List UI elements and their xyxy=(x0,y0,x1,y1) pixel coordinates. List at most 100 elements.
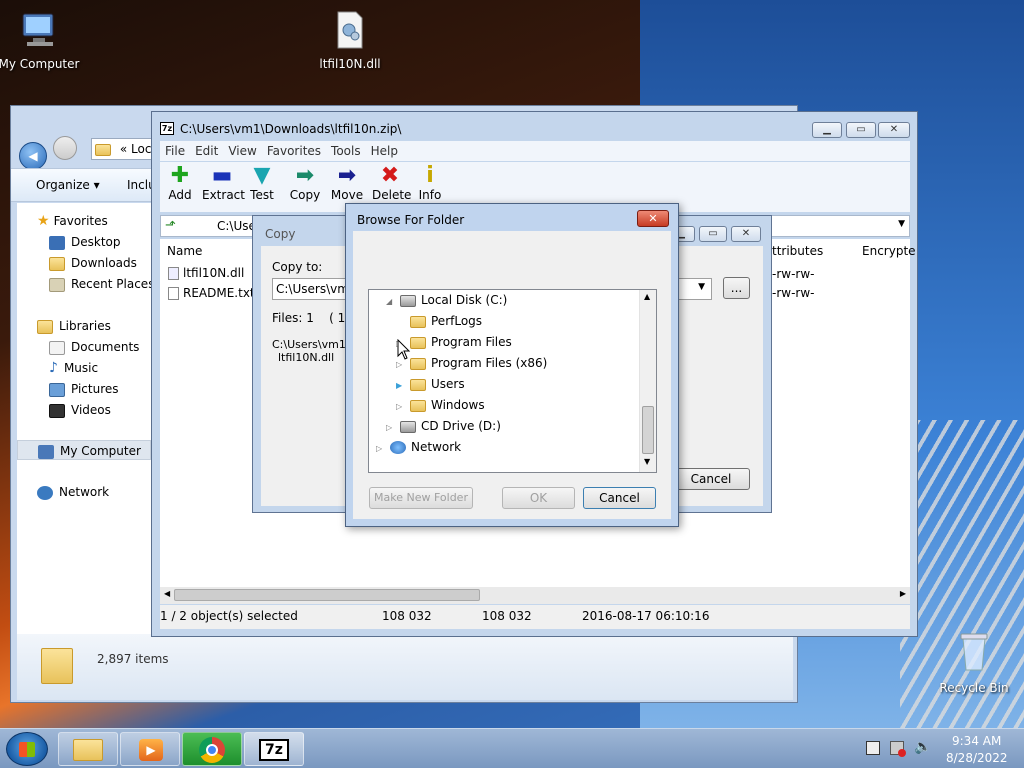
menu-file[interactable]: File xyxy=(160,141,190,161)
tree-node-label: Program Files (x86) xyxy=(431,356,548,370)
sidebar-item-libraries[interactable]: Libraries xyxy=(37,316,111,336)
clock-time[interactable]: 9:34 AM xyxy=(952,734,1001,748)
copy-close-button[interactable]: ✕ xyxy=(731,226,761,242)
local-disk-icon xyxy=(400,294,416,307)
file-row[interactable]: ltfil10N.dll xyxy=(168,263,244,283)
address-dropdown-icon[interactable]: ▼ xyxy=(898,219,905,229)
windows-logo-icon xyxy=(19,742,35,757)
delete-button[interactable]: ✖ Delete xyxy=(372,164,412,203)
tree-node-windows[interactable]: ▷ Windows xyxy=(396,395,485,416)
tree-node-users[interactable]: ▶ Users xyxy=(396,374,465,395)
copy-button[interactable]: ➡ Copy xyxy=(288,163,322,203)
expand-arrow-icon[interactable]: ▷ xyxy=(376,438,386,459)
forward-button[interactable] xyxy=(52,136,77,160)
organize-button[interactable]: Organize ▾ xyxy=(36,178,100,192)
recycle-bin-icon xyxy=(960,633,988,671)
desktop-icon-my-computer[interactable]: My Computer xyxy=(0,10,84,71)
sidebar-item-my-computer[interactable]: My Computer xyxy=(17,440,151,460)
copy-cancel-button[interactable]: Cancel xyxy=(672,468,750,490)
sidebar-item-recent-places[interactable]: Recent Places xyxy=(49,274,154,294)
tree-node-program-files[interactable]: ▷Program Files xyxy=(396,332,512,353)
clock-date[interactable]: 8/28/2022 xyxy=(946,751,1008,765)
expand-arrow-icon[interactable]: ▷ xyxy=(396,396,406,417)
file-row[interactable]: README.txt xyxy=(168,283,255,303)
sidebar-item-documents[interactable]: Documents xyxy=(49,337,139,357)
make-new-folder-button[interactable]: Make New Folder xyxy=(369,487,473,509)
desktop-icon-recycle-bin[interactable]: Recycle Bin xyxy=(929,630,1019,695)
scroll-down-icon[interactable]: ▼ xyxy=(644,457,650,466)
scroll-left-icon[interactable]: ◀ xyxy=(164,589,170,598)
menu-help[interactable]: Help xyxy=(366,141,403,161)
close-button[interactable]: ✕ xyxy=(878,122,910,138)
collapse-arrow-icon[interactable]: ◢ xyxy=(386,291,396,312)
toolbar-label: Info xyxy=(418,188,442,202)
copy-arrow-icon: ➡ xyxy=(295,163,315,188)
tree-node-program-files-x86[interactable]: ▷ Program Files (x86) xyxy=(396,353,547,374)
taskbar-explorer[interactable] xyxy=(58,732,118,766)
start-button[interactable] xyxy=(6,732,48,766)
status-packed: 108 032 xyxy=(482,609,532,623)
test-button[interactable]: ▼ Test xyxy=(248,164,276,203)
toolbar-label: Add xyxy=(168,188,192,202)
tree-node-perflogs[interactable]: PerfLogs xyxy=(410,311,482,332)
sidebar-item-favorites[interactable]: ★ Favorites xyxy=(37,211,108,231)
taskbar-7zip[interactable]: 7z xyxy=(244,732,304,766)
maximize-button[interactable]: ▭ xyxy=(846,122,876,138)
network-icon xyxy=(37,485,53,500)
sidebar-item-videos[interactable]: Videos xyxy=(49,400,111,420)
sidebar-item-downloads[interactable]: Downloads xyxy=(49,253,137,273)
column-header-attributes[interactable]: ttributes xyxy=(772,239,823,263)
sidebar-item-music[interactable]: ♪ Music xyxy=(49,358,98,378)
extract-icon: ▬ xyxy=(211,163,233,188)
browse-folder-dialog: Browse For Folder ✕ ◢ Local Disk (C:) Per… xyxy=(345,203,679,527)
sidebar-item-network[interactable]: Network xyxy=(37,482,109,502)
taskbar-media-player[interactable]: ▶ xyxy=(120,732,180,766)
computer-icon xyxy=(38,444,54,459)
taskbar-chrome[interactable] xyxy=(182,732,242,766)
sidebar-item-pictures[interactable]: Pictures xyxy=(49,379,119,399)
move-button[interactable]: ➡ Move xyxy=(330,164,364,203)
scroll-thumb[interactable] xyxy=(174,589,480,601)
desktop-icon-dll[interactable]: ltfil10N.dll xyxy=(305,10,395,71)
info-button[interactable]: i Info xyxy=(416,164,444,203)
sidebar-item-desktop[interactable]: Desktop xyxy=(49,232,121,252)
tree-node-network[interactable]: ▷ Network xyxy=(376,437,461,458)
network-status-icon[interactable] xyxy=(890,741,906,757)
menu-tools[interactable]: Tools xyxy=(326,141,366,161)
copy-to-label: Copy to: xyxy=(272,260,323,274)
minimize-button[interactable]: ▁ xyxy=(812,122,842,138)
menu-favorites[interactable]: Favorites xyxy=(262,141,326,161)
status-size: 108 032 xyxy=(382,609,432,623)
ok-button[interactable]: OK xyxy=(502,487,575,509)
scroll-right-icon[interactable]: ▶ xyxy=(900,589,906,598)
tree-vertical-scrollbar[interactable]: ▲ ▼ xyxy=(639,290,656,472)
copy-maximize-button[interactable]: ▭ xyxy=(699,226,727,242)
add-button[interactable]: ✚ Add xyxy=(164,164,196,203)
volume-icon[interactable]: 🔈 xyxy=(914,739,931,755)
browse-button[interactable]: ... xyxy=(723,277,750,299)
cancel-button[interactable]: Cancel xyxy=(583,487,656,509)
action-center-icon[interactable] xyxy=(866,741,880,755)
desktop-icon-label: ltfil10N.dll xyxy=(319,57,381,71)
horizontal-scrollbar[interactable]: ◀ ▶ xyxy=(160,587,910,604)
expand-arrow-icon[interactable]: ▷ xyxy=(386,417,396,438)
media-player-icon: ▶ xyxy=(139,739,163,761)
chevron-down-icon[interactable]: ▼ xyxy=(698,282,705,292)
scroll-up-icon[interactable]: ▲ xyxy=(644,292,650,301)
back-button[interactable]: ◀ xyxy=(19,142,47,170)
browse-close-button[interactable]: ✕ xyxy=(637,210,669,227)
menu-view[interactable]: View xyxy=(223,141,261,161)
column-header-encrypted[interactable]: Encrypte xyxy=(862,239,916,263)
expand-arrow-icon[interactable]: ▶ xyxy=(396,375,406,396)
toolbar-label: Delete xyxy=(372,188,412,202)
extract-button[interactable]: ▬ Extract xyxy=(202,163,245,203)
scroll-thumb[interactable] xyxy=(642,406,654,454)
tree-node-cd-drive[interactable]: ▷ CD Drive (D:) xyxy=(386,416,501,437)
menu-edit[interactable]: Edit xyxy=(190,141,223,161)
folder-icon xyxy=(95,143,111,156)
tree-node-label: Users xyxy=(431,377,465,391)
file-name: README.txt xyxy=(183,286,255,300)
sidebar-item-label: Desktop xyxy=(71,235,121,249)
tree-node-local-disk[interactable]: ◢ Local Disk (C:) xyxy=(386,290,507,311)
column-header-name[interactable]: Name xyxy=(167,239,202,263)
